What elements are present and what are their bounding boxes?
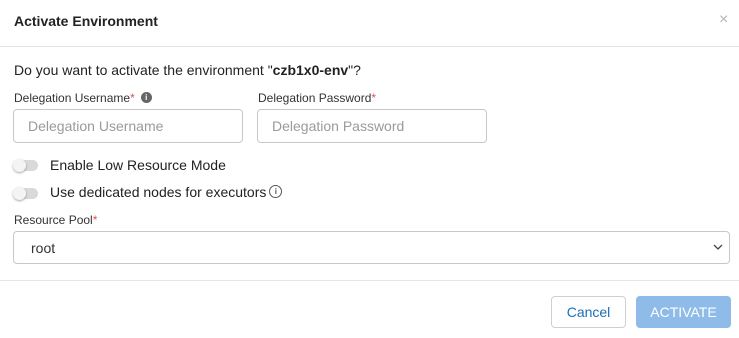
resource-pool-label: Resource Pool*: [14, 213, 97, 227]
toggle-knob: [13, 187, 26, 200]
delegation-password-label: Delegation Password*: [258, 91, 376, 105]
resource-pool-label-text: Resource Pool: [14, 213, 93, 227]
question-prefix: Do you want to activate the environment …: [14, 62, 273, 78]
resource-pool-value: root: [31, 240, 56, 256]
dialog-title: Activate Environment: [14, 13, 158, 29]
username-label-text: Delegation Username: [14, 91, 131, 105]
confirmation-question: Do you want to activate the environment …: [14, 62, 361, 78]
delegation-password-input[interactable]: [257, 109, 487, 143]
environment-name: czb1x0-env: [272, 62, 349, 78]
dedicated-nodes-label: Use dedicated nodes for executors i: [50, 184, 283, 200]
low-resource-mode-label: Enable Low Resource Mode: [50, 157, 226, 173]
info-icon[interactable]: i: [140, 92, 152, 104]
resource-pool-select[interactable]: root: [13, 231, 730, 264]
username-required-mark: *: [130, 91, 135, 105]
dedicated-nodes-toggle[interactable]: [13, 187, 38, 200]
chevron-down-icon: [713, 244, 723, 250]
dialog-header: Activate Environment ×: [0, 0, 739, 47]
cancel-button[interactable]: Cancel: [551, 296, 626, 328]
question-suffix: "?: [348, 62, 361, 78]
toggle-knob: [13, 159, 26, 172]
password-label-text: Delegation Password: [258, 91, 372, 105]
delegation-username-input[interactable]: [13, 109, 243, 143]
info-outline-icon[interactable]: i: [269, 184, 283, 198]
close-icon[interactable]: ×: [719, 12, 728, 28]
dedicated-nodes-label-text: Use dedicated nodes for executors: [50, 184, 267, 200]
footer-divider: [0, 280, 739, 281]
resource-pool-required-mark: *: [92, 213, 98, 227]
activate-button[interactable]: ACTIVATE: [636, 296, 731, 328]
delegation-username-label: Delegation Username* i: [14, 91, 152, 105]
password-required-mark: *: [371, 91, 377, 105]
low-resource-mode-toggle[interactable]: [13, 159, 38, 172]
